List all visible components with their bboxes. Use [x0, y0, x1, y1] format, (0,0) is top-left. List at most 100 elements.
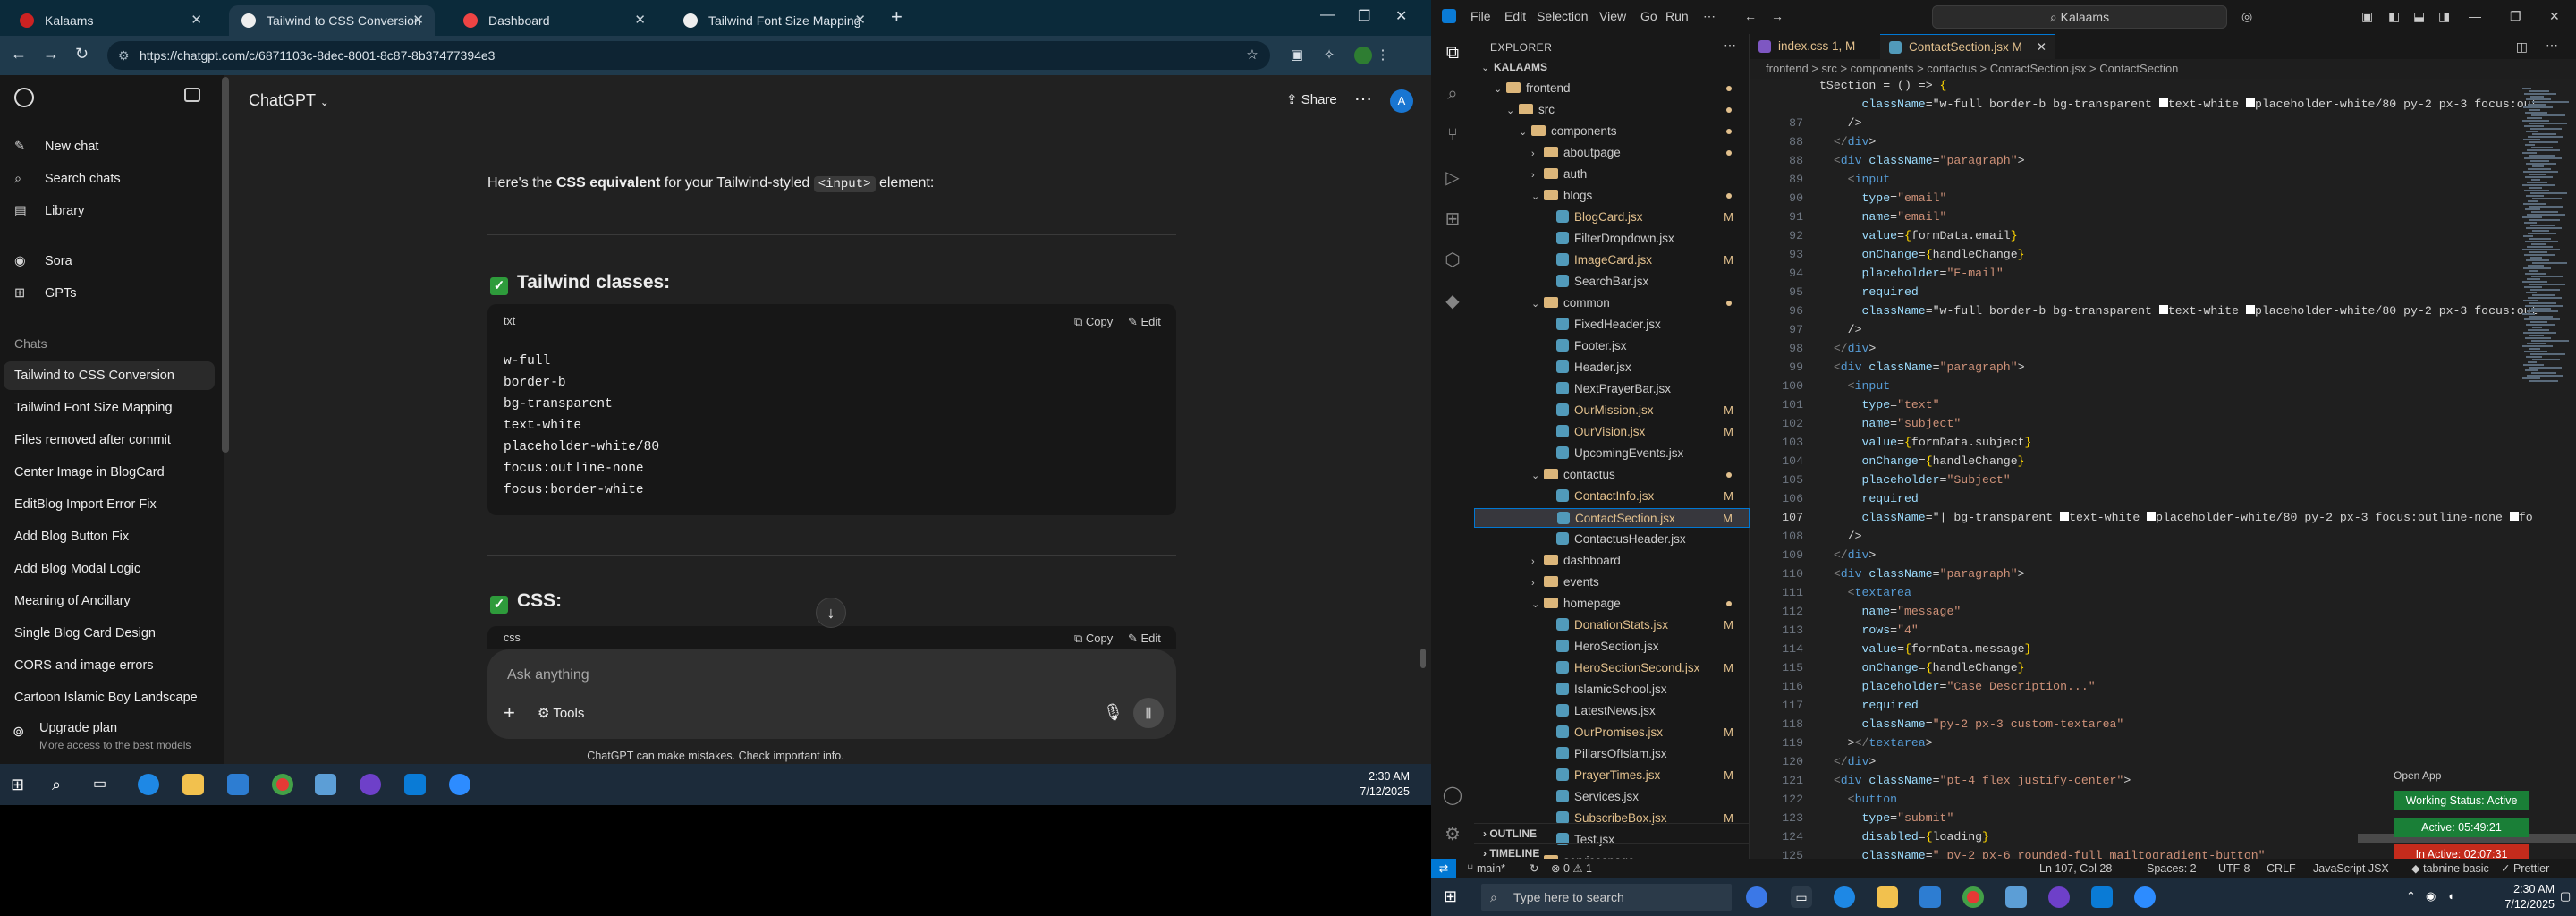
- code-line[interactable]: placeholder="Case Description...": [1819, 678, 2095, 695]
- address-bar[interactable]: ⚙ https://chatgpt.com/c/6871103c-8dec-800…: [107, 41, 1270, 70]
- code-line[interactable]: type="text": [1819, 396, 1939, 413]
- store-icon[interactable]: [1919, 886, 1941, 908]
- menu-go[interactable]: Go: [1640, 9, 1657, 23]
- remote-icon[interactable]: ⇄: [1431, 859, 1456, 878]
- menu-file[interactable]: File: [1470, 9, 1491, 23]
- folder-item[interactable]: › events: [1474, 572, 1750, 592]
- code-line[interactable]: <div className="pt-4 flex justify-center…: [1819, 772, 2131, 789]
- file-item[interactable]: NextPrayerBar.jsx: [1474, 379, 1750, 399]
- model-selector[interactable]: ChatGPT ⌄: [249, 91, 329, 110]
- code-line[interactable]: type="submit": [1819, 810, 1953, 827]
- language-mode[interactable]: JavaScript JSX: [2313, 859, 2389, 878]
- search-chats-button[interactable]: ⌕ Search chats: [0, 165, 224, 193]
- app-icon[interactable]: [2005, 886, 2027, 908]
- source-control-icon[interactable]: ⑂: [1442, 125, 1463, 147]
- file-item[interactable]: FixedHeader.jsx: [1474, 315, 1750, 335]
- close-tab-icon[interactable]: ✕: [191, 5, 202, 36]
- browser-tab-kalaams[interactable]: Kalaams ✕: [7, 5, 213, 36]
- folder-item[interactable]: ⌄ contactus: [1474, 465, 1750, 485]
- folder-item[interactable]: › aboutpage: [1474, 143, 1750, 163]
- chat-item[interactable]: Meaning of Ancillary: [0, 587, 224, 615]
- tools-button[interactable]: ⚙ Tools: [538, 705, 584, 721]
- tray-chevron-icon[interactable]: ⌃: [2406, 889, 2416, 903]
- file-item[interactable]: Footer.jsx: [1474, 336, 1750, 356]
- cursor-position[interactable]: Ln 107, Col 28: [2039, 859, 2112, 878]
- app-icon[interactable]: [315, 774, 336, 795]
- code-line[interactable]: />: [1819, 114, 1862, 131]
- code-line[interactable]: name="subject": [1819, 415, 1961, 432]
- menu-view[interactable]: View: [1599, 9, 1626, 23]
- chat-item[interactable]: Tailwind Font Size Mapping: [0, 394, 224, 422]
- task-view-icon[interactable]: ▭: [93, 774, 114, 795]
- file-item[interactable]: OurVision.jsx M: [1474, 422, 1750, 442]
- code-line[interactable]: <div className="paragraph">: [1819, 152, 2025, 169]
- command-center-search[interactable]: ⌕ Kalaams: [1932, 5, 2227, 29]
- file-item[interactable]: ContactInfo.jsx M: [1474, 487, 1750, 506]
- problems-indicator[interactable]: ⊗ 0 ⚠ 1: [1551, 859, 1592, 878]
- new-tab-button[interactable]: +: [891, 5, 902, 29]
- code-line[interactable]: className="py-2 px-3 custom-textarea": [1819, 716, 2123, 733]
- explorer-files-icon[interactable]: ⧉: [1442, 43, 1463, 64]
- code-line[interactable]: ></textarea>: [1819, 734, 1933, 751]
- folder-item[interactable]: ⌄ frontend: [1474, 79, 1750, 98]
- encoding[interactable]: UTF-8: [2218, 859, 2250, 878]
- github-desktop-icon[interactable]: [2048, 886, 2070, 908]
- chat-item[interactable]: Files removed after commit: [0, 426, 224, 454]
- copy-button[interactable]: ⧉ Copy: [1074, 632, 1113, 646]
- edit-button[interactable]: ✎ Edit: [1128, 632, 1161, 646]
- search-icon[interactable]: ⌕: [1442, 84, 1463, 106]
- close-tab-icon[interactable]: ✕: [634, 5, 646, 36]
- extension-icon[interactable]: ▣: [1288, 47, 1306, 64]
- close-window-icon[interactable]: ✕: [2549, 9, 2560, 24]
- code-line[interactable]: value={formData.message}: [1819, 640, 2031, 657]
- minimize-icon[interactable]: —: [2469, 9, 2481, 23]
- library-button[interactable]: ▤ Library: [0, 197, 224, 225]
- volume-icon[interactable]: ◖: [2447, 889, 2454, 903]
- file-item[interactable]: LatestNews.jsx: [1474, 701, 1750, 721]
- chat-item[interactable]: Add Blog Modal Logic: [0, 555, 224, 583]
- code-line[interactable]: />: [1819, 528, 1862, 545]
- copilot-icon[interactable]: ◎: [2241, 9, 2252, 24]
- file-item[interactable]: OurMission.jsx M: [1474, 401, 1750, 420]
- code-line[interactable]: </div>: [1819, 340, 1877, 357]
- code-line[interactable]: className="w-full border-b bg-transparen…: [1819, 96, 2538, 113]
- code-line[interactable]: </div>: [1819, 753, 1877, 770]
- editor-more-icon[interactable]: ⋯: [2546, 38, 2558, 53]
- breadcrumb[interactable]: frontend > src > components > contactus …: [1750, 59, 2576, 79]
- zoom-icon[interactable]: [2134, 886, 2156, 908]
- open-app-button[interactable]: Open App: [2394, 769, 2441, 782]
- layout-icon[interactable]: ▣: [2361, 9, 2373, 24]
- code-line[interactable]: required: [1819, 697, 1918, 714]
- task-view-icon[interactable]: ▭: [1791, 886, 1812, 908]
- folder-item[interactable]: ⌄ blogs: [1474, 186, 1750, 206]
- chat-item[interactable]: Center Image in BlogCard: [0, 458, 224, 487]
- forward-icon[interactable]: →: [1771, 9, 1784, 23]
- branch-indicator[interactable]: ⑂ main*: [1467, 859, 1505, 878]
- code-line[interactable]: placeholder="Subject": [1819, 471, 2010, 488]
- forward-icon[interactable]: →: [43, 45, 59, 64]
- code-line[interactable]: className="| bg-transparent text-white p…: [1819, 509, 2532, 526]
- chevron-down-icon[interactable]: ⌄: [1506, 101, 1519, 121]
- user-avatar[interactable]: A: [1390, 89, 1413, 113]
- toggle-sidebar-icon[interactable]: ◧: [2388, 9, 2400, 24]
- chrome-icon[interactable]: [1962, 886, 1984, 908]
- code-line[interactable]: name="message": [1819, 603, 1961, 620]
- code-line[interactable]: rows="4": [1819, 622, 1918, 639]
- code-line[interactable]: required: [1819, 490, 1918, 507]
- chevron-right-icon[interactable]: ›: [1531, 165, 1544, 185]
- composer-input[interactable]: Ask anything: [507, 667, 589, 683]
- chevron-down-icon[interactable]: ⌄: [1531, 466, 1544, 486]
- openai-logo-icon[interactable]: [14, 88, 34, 107]
- notifications-icon[interactable]: ▢: [2560, 889, 2571, 903]
- folder-item[interactable]: ⌄ src: [1474, 100, 1750, 120]
- sync-icon[interactable]: ↻: [1530, 859, 1538, 878]
- line-endings[interactable]: CRLF: [2267, 859, 2296, 878]
- browser-tab-font-size[interactable]: Tailwind Font Size Mapping ✕: [671, 5, 877, 36]
- edit-button[interactable]: ✎ Edit: [1128, 315, 1161, 329]
- code-line[interactable]: onChange={handleChange}: [1819, 246, 2024, 263]
- file-item[interactable]: SearchBar.jsx: [1474, 272, 1750, 292]
- chat-item[interactable]: Add Blog Button Fix: [0, 522, 224, 551]
- search-icon[interactable]: ⌕: [52, 774, 73, 795]
- code-line[interactable]: placeholder="E-mail": [1819, 265, 2003, 282]
- maximize-icon[interactable]: ❐: [2510, 9, 2521, 24]
